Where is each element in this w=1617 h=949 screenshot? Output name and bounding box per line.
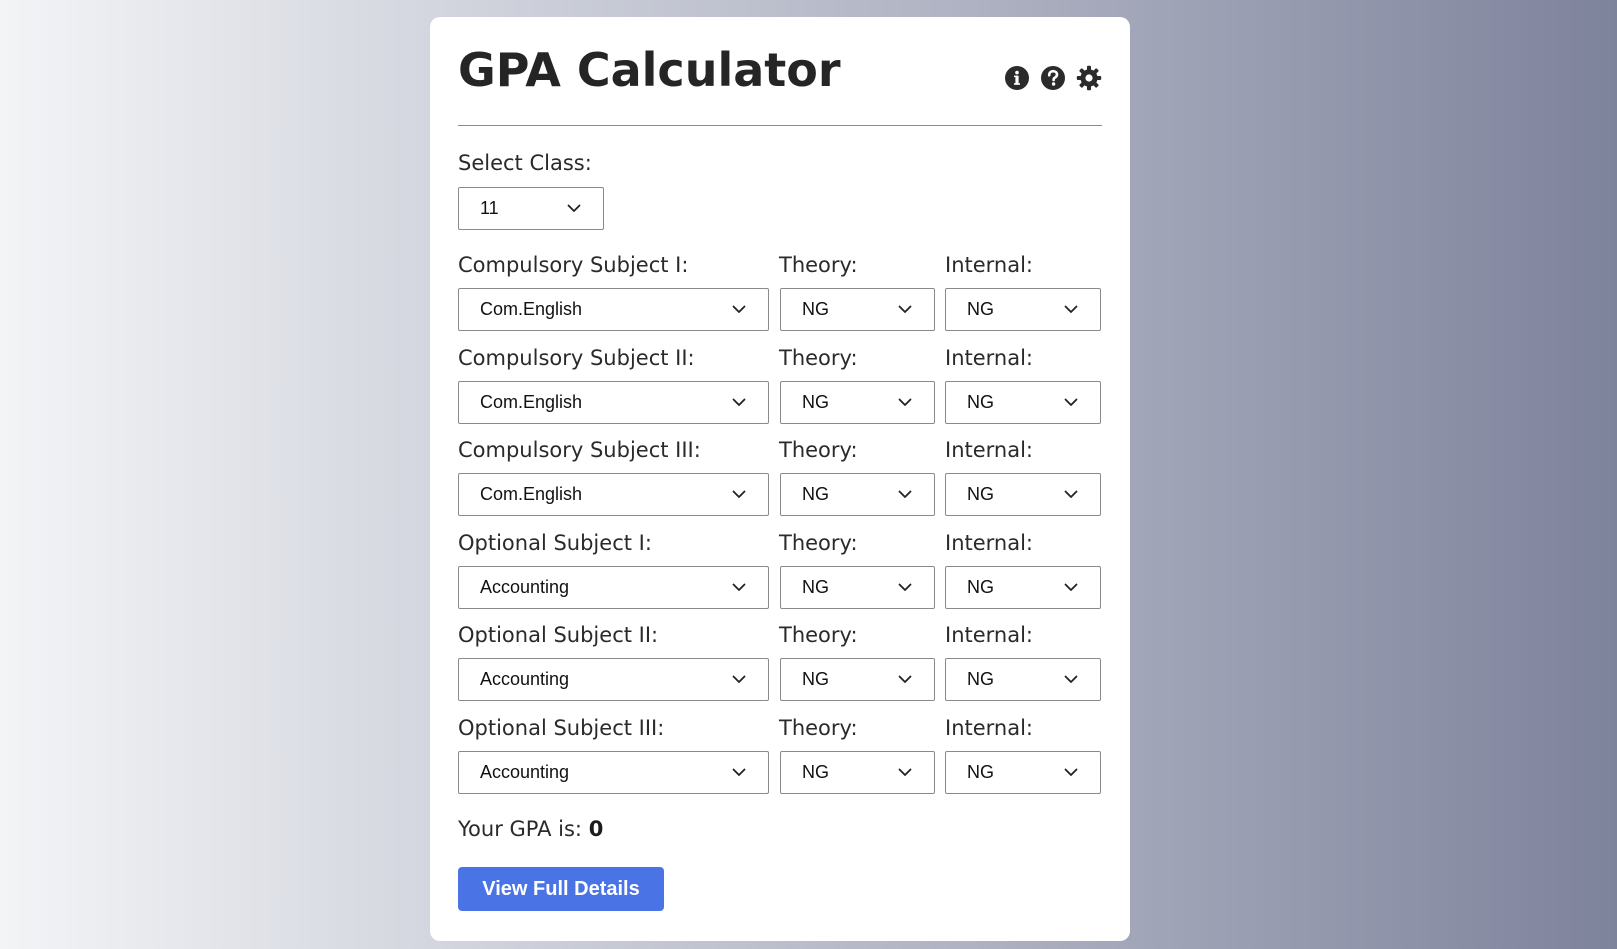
theory-grade-value: NG (802, 762, 829, 782)
chevron-down-icon (898, 398, 912, 407)
theory-grade-value: NG (802, 577, 829, 597)
internal-grade-select[interactable]: NG (945, 751, 1101, 794)
internal-grade-select[interactable]: NG (945, 381, 1101, 424)
chevron-down-icon (898, 768, 912, 777)
theory-grade-select[interactable]: NG (780, 751, 935, 794)
gpa-label: Your GPA is: (458, 817, 582, 841)
subject-select[interactable]: Com.English (458, 288, 769, 331)
subject-select[interactable]: Com.English (458, 381, 769, 424)
subject-label: Optional Subject II: (458, 623, 659, 647)
chevron-down-icon (1064, 305, 1078, 314)
class-select[interactable]: 11 (458, 187, 604, 230)
chevron-down-icon (1064, 675, 1078, 684)
theory-label: Theory: (779, 623, 858, 647)
subject-label: Compulsory Subject I: (458, 253, 689, 277)
chevron-down-icon (1064, 583, 1078, 592)
internal-grade-select[interactable]: NG (945, 566, 1101, 609)
internal-label: Internal: (945, 346, 1034, 370)
theory-grade-value: NG (802, 299, 829, 319)
theory-label: Theory: (779, 531, 858, 555)
chevron-down-icon (732, 398, 746, 407)
subject-select-value: Com.English (480, 299, 583, 319)
theory-grade-value: NG (802, 392, 829, 412)
internal-grade-select[interactable]: NG (945, 473, 1101, 516)
chevron-down-icon (732, 490, 746, 499)
theory-grade-value: NG (802, 484, 829, 504)
theory-grade-value: NG (802, 669, 829, 689)
internal-grade-value: NG (967, 762, 994, 782)
theory-label: Theory: (779, 346, 858, 370)
internal-label: Internal: (945, 623, 1034, 647)
class-select-value: 11 (480, 198, 499, 218)
subject-select-value: Com.English (480, 392, 583, 412)
subject-select-value: Accounting (480, 762, 570, 782)
subject-select-value: Accounting (480, 669, 570, 689)
subject-select[interactable]: Accounting (458, 658, 769, 701)
chevron-down-icon (1064, 490, 1078, 499)
internal-grade-value: NG (967, 484, 994, 504)
chevron-down-icon (732, 305, 746, 314)
theory-grade-select[interactable]: NG (780, 381, 935, 424)
view-full-details-button[interactable]: View Full Details (458, 867, 664, 911)
internal-grade-value: NG (967, 299, 994, 319)
internal-label: Internal: (945, 253, 1034, 277)
theory-grade-select[interactable]: NG (780, 566, 935, 609)
subject-select-value: Com.English (480, 484, 583, 504)
subject-select-value: Accounting (480, 577, 570, 597)
internal-grade-value: NG (967, 669, 994, 689)
chevron-down-icon (1064, 398, 1078, 407)
subject-label: Compulsory Subject III: (458, 438, 701, 462)
internal-grade-select[interactable]: NG (945, 288, 1101, 331)
internal-label: Internal: (945, 531, 1034, 555)
chevron-down-icon (1064, 768, 1078, 777)
theory-label: Theory: (779, 253, 858, 277)
chevron-down-icon (732, 768, 746, 777)
chevron-down-icon (732, 675, 746, 684)
chevron-down-icon (898, 305, 912, 314)
internal-grade-select[interactable]: NG (945, 658, 1101, 701)
theory-label: Theory: (779, 716, 858, 740)
internal-label: Internal: (945, 716, 1034, 740)
gpa-value: 0 (588, 817, 604, 841)
theory-grade-select[interactable]: NG (780, 473, 935, 516)
subject-label: Optional Subject I: (458, 531, 652, 555)
chevron-down-icon (898, 675, 912, 684)
subject-select[interactable]: Com.English (458, 473, 769, 516)
chevron-down-icon (898, 583, 912, 592)
select-class-label: Select Class: (458, 151, 592, 175)
internal-grade-value: NG (967, 392, 994, 412)
chevron-down-icon (567, 204, 581, 213)
internal-grade-value: NG (967, 577, 994, 597)
subject-label: Optional Subject III: (458, 716, 665, 740)
theory-label: Theory: (779, 438, 858, 462)
subject-label: Compulsory Subject II: (458, 346, 695, 370)
chevron-down-icon (898, 490, 912, 499)
subject-select[interactable]: Accounting (458, 566, 769, 609)
subject-select[interactable]: Accounting (458, 751, 769, 794)
theory-grade-select[interactable]: NG (780, 288, 935, 331)
chevron-down-icon (732, 583, 746, 592)
internal-label: Internal: (945, 438, 1034, 462)
theory-grade-select[interactable]: NG (780, 658, 935, 701)
gpa-result: Your GPA is: 0 (458, 817, 603, 841)
